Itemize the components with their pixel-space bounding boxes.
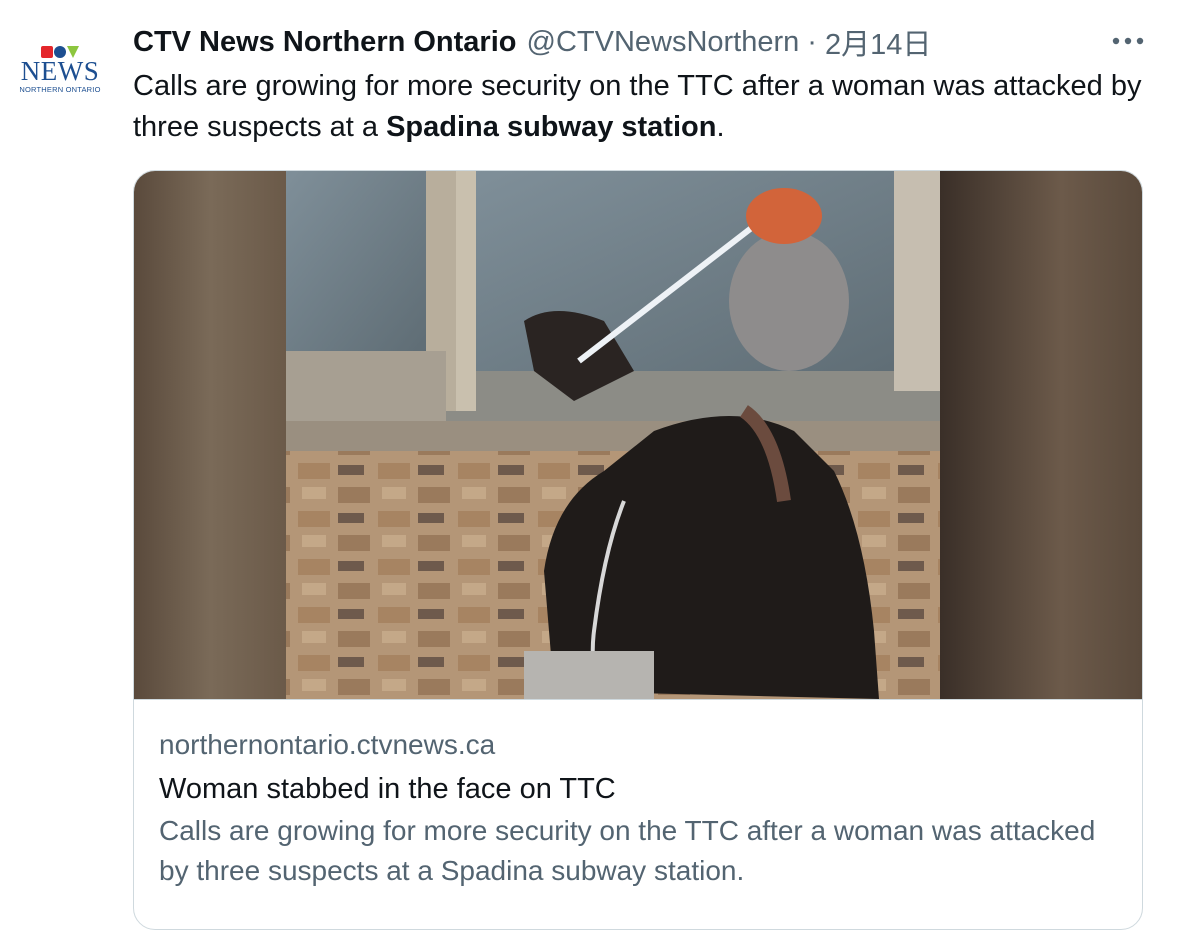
suspect-photo [134,171,1142,699]
header-separator: · [807,25,817,58]
avatar-region-word: NORTHERN ONTARIO [19,85,101,94]
tweet-text-part2: . [716,111,725,143]
card-title: Woman stabbed in the face on TTC [159,773,616,805]
link-card[interactable]: northernontario.ctvnews.ca Woman stabbed… [133,170,1143,930]
avatar-news-word: NEWS [20,56,100,86]
card-image[interactable] [134,171,1142,700]
tweet-header: CTV News Northern Ontario @CTVNewsNorthe… [133,22,931,62]
tweet-date[interactable]: 2月14日 [825,21,931,63]
tweet-text: Calls are growing for more security on t… [133,66,1143,148]
more-options-button[interactable] [1108,24,1148,58]
card-description: Calls are growing for more security on t… [159,815,1096,886]
author-handle[interactable]: @CTVNewsNorthern [527,26,800,59]
author-display-name[interactable]: CTV News Northern Ontario [133,26,517,59]
tweet-text-highlight: Spadina subway station [386,111,717,143]
card-domain: northernontario.ctvnews.ca [159,729,496,760]
avatar[interactable]: NEWS NORTHERN ONTARIO [14,24,106,116]
more-horizontal-icon [1112,37,1144,45]
card-body: northernontario.ctvnews.ca Woman stabbed… [159,723,1119,891]
